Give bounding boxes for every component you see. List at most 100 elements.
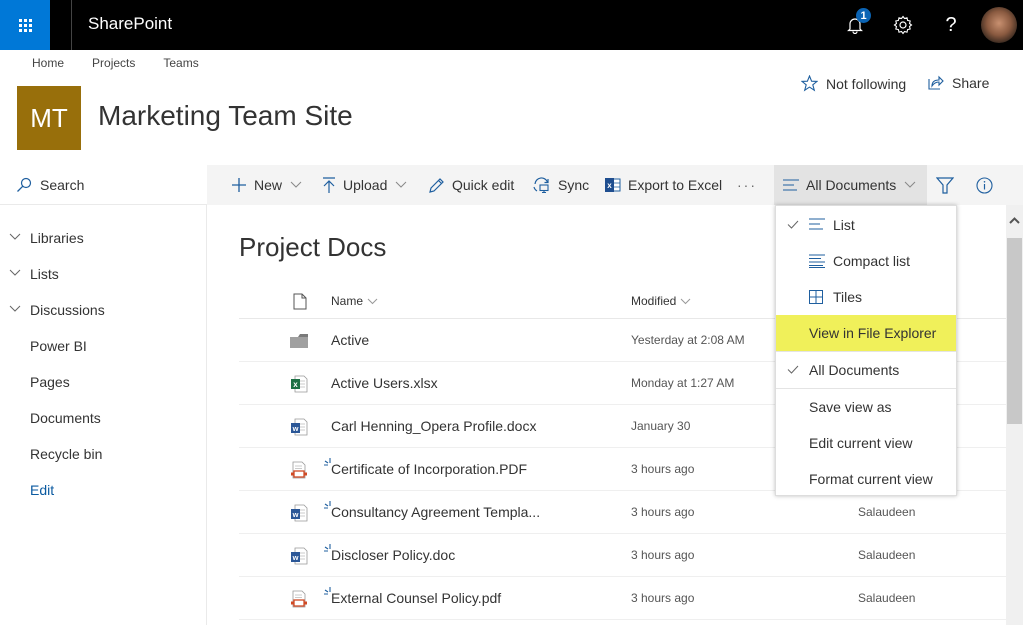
vertical-scrollbar[interactable] <box>1006 205 1023 625</box>
follow-label: Not following <box>826 75 907 92</box>
share-button[interactable]: Share <box>927 75 989 91</box>
view-switcher-button[interactable]: All Documents <box>774 165 927 205</box>
nav-item-documents[interactable]: Documents <box>0 400 206 436</box>
file-name-link[interactable]: Discloser Policy.doc <box>331 547 455 563</box>
filter-icon <box>936 176 954 194</box>
notifications-button[interactable]: 1 <box>832 0 878 50</box>
menu-item-list[interactable]: List <box>776 207 956 243</box>
scroll-up-button[interactable] <box>1006 217 1023 231</box>
nav-item-lists[interactable]: Lists <box>0 256 206 292</box>
menu-item-all-documents[interactable]: All Documents <box>776 352 956 388</box>
chevron-down-icon <box>9 305 21 312</box>
folder-file-icon <box>289 332 309 350</box>
nav-item-power-bi[interactable]: Power BI <box>0 328 206 364</box>
command-bar: New Upload Quick edit Sync x Export to E… <box>207 165 1023 205</box>
export-label: Export to Excel <box>628 177 723 193</box>
nav-item-libraries[interactable]: Libraries <box>0 220 206 256</box>
top-nav-projects[interactable]: Projects <box>92 56 135 70</box>
quick-edit-button[interactable]: Quick edit <box>428 165 514 205</box>
menu-item-view-in-file-explorer[interactable]: View in File Explorer <box>776 315 956 351</box>
menu-item-tiles[interactable]: Tiles <box>776 279 956 315</box>
suite-divider <box>71 0 72 50</box>
menu-item-label: List <box>833 217 855 233</box>
nav-item-label: Discussions <box>30 302 105 318</box>
help-button[interactable]: ? <box>928 0 974 50</box>
word-file-icon: w <box>289 547 309 565</box>
menu-item-format-current-view[interactable]: Format current view <box>776 461 956 497</box>
chevron-down-icon <box>367 298 378 304</box>
nav-item-label: Power BI <box>30 338 87 354</box>
chevron-down-icon <box>904 181 916 188</box>
nav-item-label: Recycle bin <box>30 446 103 462</box>
file-name-link[interactable]: External Counsel Policy.pdf <box>331 590 501 606</box>
chevron-down-icon <box>290 181 302 188</box>
nav-item-label: Libraries <box>30 230 84 246</box>
share-icon <box>928 75 944 90</box>
upload-button[interactable]: Upload <box>322 165 407 205</box>
pdf-file-icon <box>289 461 309 479</box>
menu-item-label: Format current view <box>809 471 933 487</box>
library-title: Project Docs <box>239 232 387 262</box>
export-to-excel-button[interactable]: x Export to Excel <box>604 165 722 205</box>
new-button[interactable]: New <box>231 165 302 205</box>
site-title: Marketing Team Site <box>98 100 353 131</box>
file-name-link[interactable]: Active <box>331 332 369 348</box>
excel-file-icon: x <box>289 375 309 393</box>
modified-date: Yesterday at 2:08 AM <box>631 333 745 347</box>
column-header-modified[interactable]: Modified <box>631 294 691 308</box>
file-name-link[interactable]: Carl Henning_Opera Profile.docx <box>331 418 536 434</box>
settings-button[interactable] <box>880 0 926 50</box>
chevron-down-icon <box>9 269 21 276</box>
scroll-thumb[interactable] <box>1007 238 1022 424</box>
chevron-down-icon <box>681 298 691 304</box>
table-row[interactable]: w Consultancy Agreement Templa... 3 hours … <box>239 491 1006 534</box>
column-modified-label: Modified <box>631 294 677 308</box>
file-name-link[interactable]: Active Users.xlsx <box>331 375 438 391</box>
word-file-icon: w <box>289 504 309 522</box>
more-options-button[interactable]: ··· <box>737 165 757 205</box>
file-name-link[interactable]: Certificate of Incorporation.PDF <box>331 461 527 477</box>
app-launcher-button[interactable] <box>0 0 50 50</box>
table-row[interactable]: w Discloser Policy.doc 3 hours ago Salaudee… <box>239 534 1006 577</box>
excel-icon: x <box>605 178 621 192</box>
nav-item-label: Documents <box>30 410 101 426</box>
table-row[interactable]: External Counsel Policy.pdf 3 hours ago Sa… <box>239 577 1006 620</box>
chevron-up-icon <box>1009 217 1020 224</box>
modified-date: January 30 <box>631 419 691 433</box>
app-title[interactable]: SharePoint <box>88 14 172 34</box>
follow-button[interactable]: Not following <box>801 75 906 92</box>
checkmark-icon <box>787 220 799 229</box>
file-name-link[interactable]: Consultancy Agreement Templa... <box>331 504 540 520</box>
nav-item-recycle-bin[interactable]: Recycle bin <box>0 436 206 472</box>
svg-text:w: w <box>292 510 299 519</box>
filter-button[interactable] <box>936 165 961 205</box>
sync-icon <box>533 176 549 193</box>
top-nav-teams[interactable]: Teams <box>163 56 198 70</box>
menu-item-edit-current-view[interactable]: Edit current view <box>776 425 956 461</box>
top-nav-home[interactable]: Home <box>32 56 64 70</box>
search-input[interactable]: Search <box>0 165 207 205</box>
waffle-icon <box>18 18 32 32</box>
nav-edit-link[interactable]: Edit <box>0 472 206 508</box>
nav-item-label: Pages <box>30 374 70 390</box>
share-label: Share <box>952 75 990 91</box>
svg-text:w: w <box>292 424 299 433</box>
menu-item-label: All Documents <box>809 362 900 378</box>
star-icon <box>801 75 818 92</box>
menu-item-compact-list[interactable]: Compact list <box>776 243 956 279</box>
menu-item-label: Edit current view <box>809 435 913 451</box>
menu-item-label: Compact list <box>833 253 911 269</box>
modified-by: Salaudeen <box>858 591 916 605</box>
view-options-menu: List Compact list Tiles View in File Exp… <box>775 205 957 496</box>
avatar[interactable] <box>981 7 1017 43</box>
nav-item-pages[interactable]: Pages <box>0 364 206 400</box>
menu-item-save-view-as[interactable]: Save view as <box>776 389 956 425</box>
chevron-down-icon <box>396 181 407 188</box>
nav-item-discussions[interactable]: Discussions <box>0 292 206 328</box>
pdf-file-icon <box>289 590 309 608</box>
info-pane-button[interactable] <box>976 165 1000 205</box>
svg-text:w: w <box>292 553 299 562</box>
sync-button[interactable]: Sync <box>532 165 589 205</box>
column-header-name[interactable]: Name <box>331 294 378 308</box>
site-logo[interactable]: MT <box>17 86 81 150</box>
